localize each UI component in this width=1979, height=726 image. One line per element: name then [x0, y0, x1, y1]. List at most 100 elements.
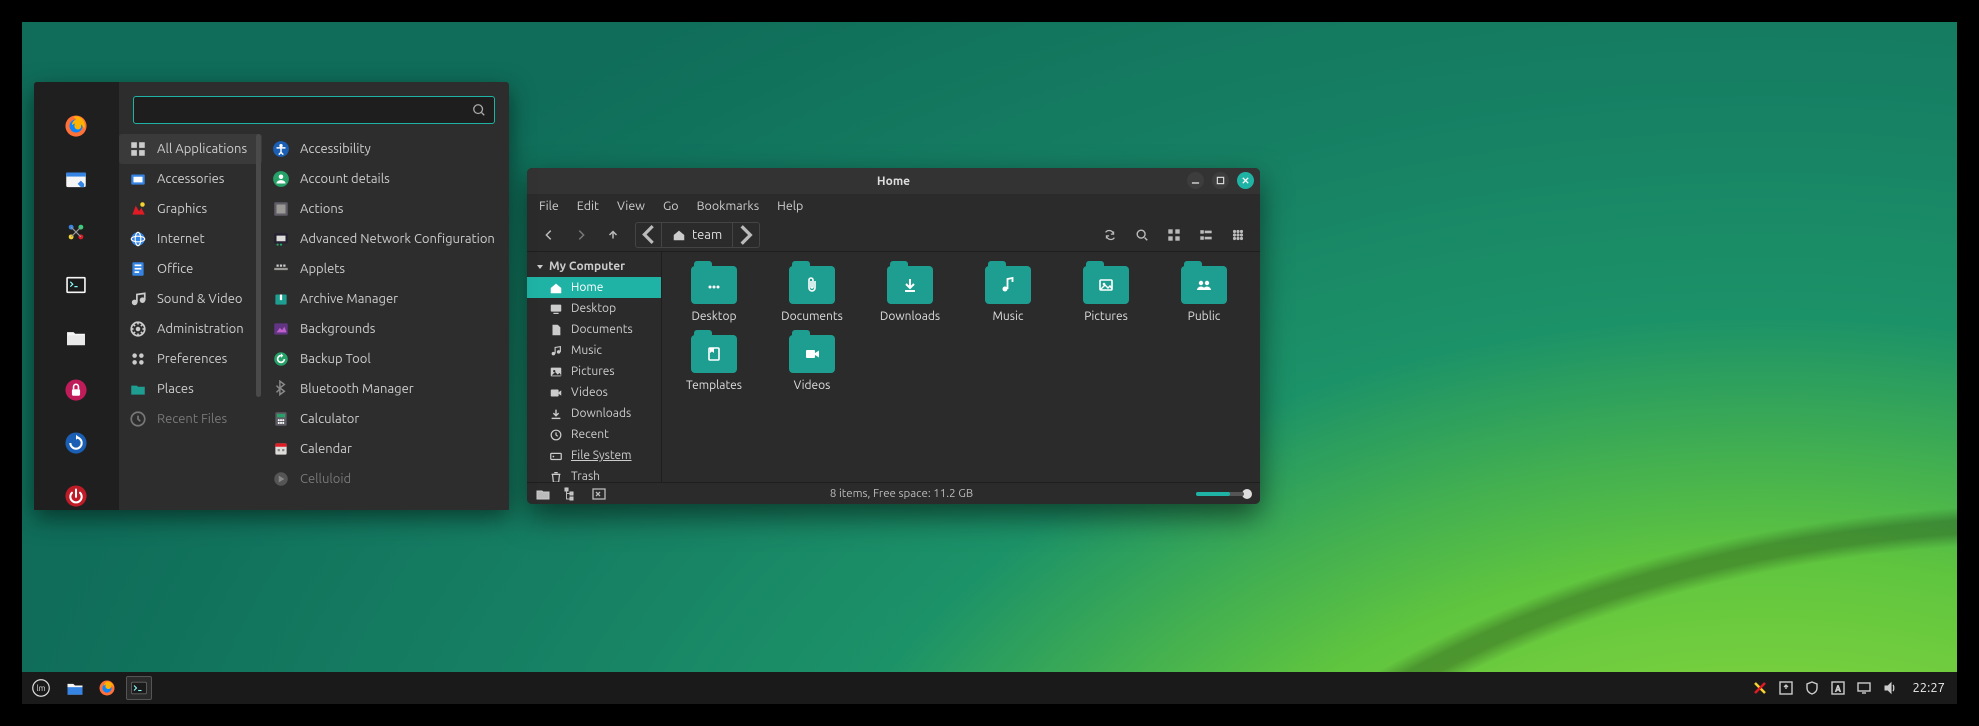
app-item[interactable]: Accessibility: [262, 134, 509, 164]
show-treeview-button[interactable]: [563, 486, 579, 502]
category-item[interactable]: Preferences: [119, 344, 262, 374]
sidebar-item-desktop[interactable]: Desktop: [527, 298, 661, 319]
sidebar-item-documents[interactable]: Documents: [527, 319, 661, 340]
app-item[interactable]: Calculator: [262, 404, 509, 434]
app-item[interactable]: Advanced Network Configuration: [262, 224, 509, 254]
window-titlebar[interactable]: Home: [527, 168, 1260, 194]
nav-forward-button[interactable]: [567, 222, 595, 248]
file-manager-statusbar: 8 items, Free space: 11.2 GB: [527, 482, 1260, 504]
category-item[interactable]: Places: [119, 374, 262, 404]
app-item[interactable]: Actions: [262, 194, 509, 224]
fav-power[interactable]: [60, 481, 92, 510]
folder-videos[interactable]: Videos: [766, 335, 858, 392]
category-list[interactable]: All Applications AccessoriesGraphicsInter…: [119, 134, 262, 510]
menu-search-input[interactable]: [142, 103, 472, 117]
window-maximize-button[interactable]: [1212, 172, 1229, 189]
category-item[interactable]: Recent Files: [119, 404, 262, 434]
app-item[interactable]: Applets: [262, 254, 509, 284]
menubar-item-bookmarks[interactable]: Bookmarks: [697, 199, 760, 213]
category-item[interactable]: Office: [119, 254, 262, 284]
tray-display-icon[interactable]: [1856, 680, 1872, 696]
app-label: Accessibility: [300, 142, 371, 156]
menu-search[interactable]: [133, 96, 495, 124]
folder-pictures[interactable]: Pictures: [1060, 266, 1152, 323]
tray-keyboard-icon[interactable]: A: [1830, 680, 1846, 696]
sidebar-heading-my-computer[interactable]: My Computer: [527, 256, 661, 277]
toggle-location-button[interactable]: [1096, 222, 1124, 248]
task-firefox[interactable]: [94, 676, 120, 700]
view-compact-button[interactable]: [1224, 222, 1252, 248]
app-item[interactable]: Archive Manager: [262, 284, 509, 314]
app-item[interactable]: Account details: [262, 164, 509, 194]
category-item[interactable]: Sound & Video: [119, 284, 262, 314]
admin-icon: [129, 320, 147, 338]
category-item[interactable]: Internet: [119, 224, 262, 254]
menubar-item-go[interactable]: Go: [663, 199, 679, 213]
sidebar-item-downloads[interactable]: Downloads: [527, 403, 661, 424]
path-bar[interactable]: team: [635, 222, 760, 248]
category-item[interactable]: Accessories: [119, 164, 262, 194]
category-item[interactable]: Administration: [119, 314, 262, 344]
tray-xorg-icon[interactable]: [1752, 680, 1768, 696]
file-manager-sidebar[interactable]: My Computer Home Desktop DocumentsMusicPic…: [527, 252, 662, 482]
path-next-button[interactable]: [733, 223, 759, 247]
app-item[interactable]: Backgrounds: [262, 314, 509, 344]
application-list[interactable]: Accessibility Account detailsActionsAdvan…: [262, 134, 509, 510]
close-sidebar-button[interactable]: [591, 486, 607, 502]
fav-settings[interactable]: [60, 218, 92, 247]
app-item[interactable]: Calendar: [262, 434, 509, 464]
view-list-button[interactable]: [1192, 222, 1220, 248]
fav-terminal[interactable]: [60, 270, 92, 299]
sidebar-item-recent[interactable]: Recent: [527, 424, 661, 445]
app-item[interactable]: Celluloid: [262, 464, 509, 494]
sidebar-label: Desktop: [571, 302, 616, 315]
show-places-button[interactable]: [535, 486, 551, 502]
sidebar-item-trash[interactable]: Trash: [527, 466, 661, 482]
folder-public[interactable]: Public: [1158, 266, 1250, 323]
fav-firefox[interactable]: [60, 112, 92, 141]
folder-templates[interactable]: Templates: [668, 335, 760, 392]
menubar-item-help[interactable]: Help: [777, 199, 803, 213]
menu-button[interactable]: lm: [26, 673, 56, 703]
menubar-item-view[interactable]: View: [617, 199, 645, 213]
zoom-slider[interactable]: [1196, 489, 1252, 499]
music-icon: [549, 344, 563, 358]
tray-update-icon[interactable]: [1778, 680, 1794, 696]
task-terminal[interactable]: [126, 676, 152, 700]
folder-label: Public: [1188, 310, 1221, 323]
view-icons-button[interactable]: [1160, 222, 1188, 248]
search-button[interactable]: [1128, 222, 1156, 248]
fav-lock[interactable]: [60, 376, 92, 405]
menubar-item-file[interactable]: File: [539, 199, 559, 213]
app-item[interactable]: Bluetooth Manager: [262, 374, 509, 404]
fav-files[interactable]: [60, 323, 92, 352]
path-segment-home[interactable]: team: [662, 223, 733, 247]
nav-up-button[interactable]: [599, 222, 627, 248]
bluetooth-icon: [272, 380, 290, 398]
folder-documents[interactable]: Documents: [766, 266, 858, 323]
menubar-item-edit[interactable]: Edit: [577, 199, 599, 213]
window-minimize-button[interactable]: [1187, 172, 1204, 189]
panel-clock[interactable]: 22:27: [1908, 681, 1949, 695]
sidebar-item-home[interactable]: Home: [527, 277, 661, 298]
tray-volume-icon[interactable]: [1882, 680, 1898, 696]
task-files[interactable]: [62, 676, 88, 700]
tray-shield-icon[interactable]: [1804, 680, 1820, 696]
window-close-button[interactable]: [1237, 172, 1254, 189]
sidebar-item-pictures[interactable]: Pictures: [527, 361, 661, 382]
fav-updates[interactable]: [60, 429, 92, 458]
category-label: All Applications: [157, 142, 247, 156]
file-manager-content[interactable]: DesktopDocumentsDownloadsMusicPictures Pu…: [662, 252, 1260, 482]
category-item[interactable]: Graphics: [119, 194, 262, 224]
sidebar-item-videos[interactable]: Videos: [527, 382, 661, 403]
sidebar-item-music[interactable]: Music: [527, 340, 661, 361]
folder-music[interactable]: Music: [962, 266, 1054, 323]
app-item[interactable]: Backup Tool: [262, 344, 509, 374]
path-prev-button[interactable]: [636, 223, 662, 247]
sidebar-item-file-system[interactable]: File System: [527, 445, 661, 466]
folder-downloads[interactable]: Downloads: [864, 266, 956, 323]
category-item[interactable]: All Applications: [119, 134, 262, 164]
fav-software[interactable]: [60, 165, 92, 194]
folder-desktop[interactable]: Desktop: [668, 266, 760, 323]
nav-back-button[interactable]: [535, 222, 563, 248]
